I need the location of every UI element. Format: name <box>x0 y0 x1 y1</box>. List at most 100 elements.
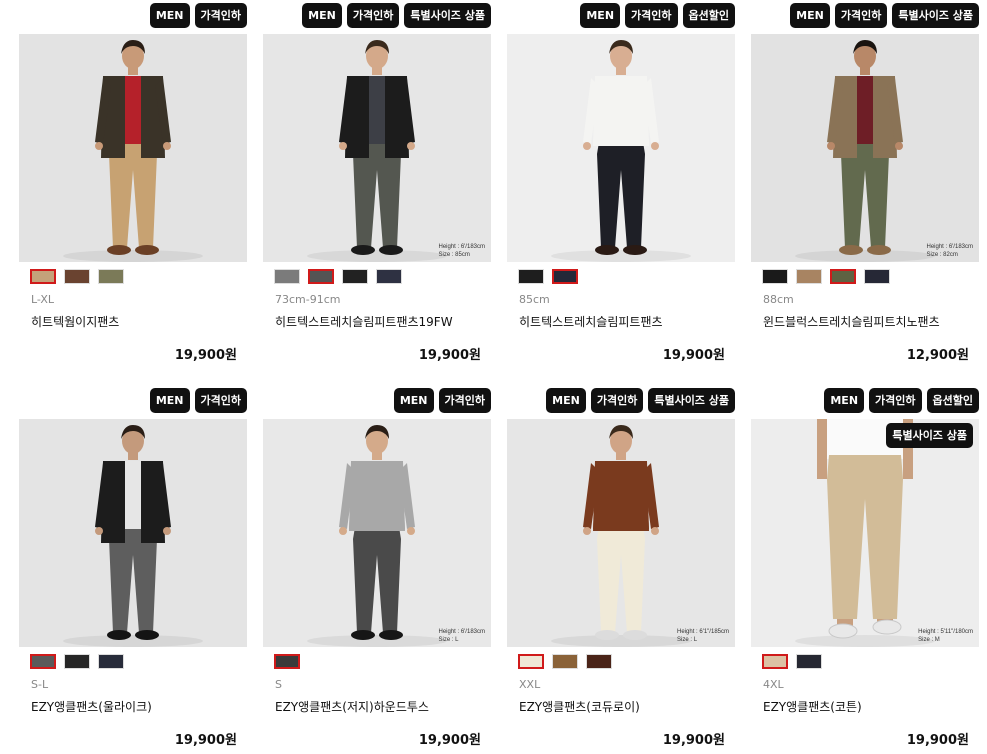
color-swatch-list <box>518 654 612 669</box>
badge-list: MEN 가격인하 <box>393 388 491 413</box>
product-image[interactable] <box>507 34 735 262</box>
product-image[interactable]: Height : 6'/183cm Size : 85cm <box>263 34 491 262</box>
color-swatch[interactable] <box>830 269 856 284</box>
product-price: 19,900원 <box>906 733 969 748</box>
product-price: 19,900원 <box>418 348 481 363</box>
product-name[interactable]: EZY앵클팬츠(저지)하운드투스 <box>275 698 429 715</box>
model-size-note: Height : 6'/183cm Size : 82cm <box>926 243 973 259</box>
color-swatch[interactable] <box>308 269 334 284</box>
color-swatch[interactable] <box>376 269 402 284</box>
product-badge[interactable]: MEN <box>790 3 830 28</box>
color-swatch[interactable] <box>98 654 124 669</box>
color-swatch[interactable] <box>30 654 56 669</box>
product-name[interactable]: EZY앵클팬츠(코듀로이) <box>519 698 640 715</box>
product-name[interactable]: 히트텍스트레치슬림피트팬츠19FW <box>275 313 453 330</box>
product-badge[interactable]: 가격인하 <box>194 388 247 413</box>
product-badge[interactable]: MEN <box>149 3 190 28</box>
badge-list: MEN 가격인하 옵션할인 <box>824 388 979 413</box>
product-card[interactable]: MEN 가격인하 옵션할인 85cm 히트텍스트레치슬림피트팬츠 19,900원 <box>507 3 735 373</box>
color-swatch[interactable] <box>274 654 300 669</box>
product-badge[interactable]: 가격인하 <box>834 3 888 28</box>
size-range: 73cm-91cm <box>275 293 341 306</box>
model-size-note: Height : 6'/183cm Size : L <box>438 628 485 644</box>
color-swatch-list <box>274 269 402 284</box>
product-badge[interactable]: 가격인하 <box>590 388 644 413</box>
product-price: 19,900원 <box>662 733 725 748</box>
product-card[interactable]: MEN 가격인하 특별사이즈 상품 Height : 6'1"/185cm Size :… <box>507 388 735 754</box>
product-name[interactable]: 윈드블럭스트레치슬림피트치노팬츠 <box>763 313 940 330</box>
model-size-line: Size : L <box>677 637 698 643</box>
product-badge[interactable]: MEN <box>580 3 621 28</box>
product-badge[interactable]: 가격인하 <box>346 3 400 28</box>
product-image[interactable]: Height : 6'/183cm Size : L <box>263 419 491 647</box>
model-size-line: Height : 5'11"/180cm <box>918 629 973 635</box>
size-range: XXL <box>519 678 541 691</box>
color-swatch[interactable] <box>796 654 822 669</box>
badge-list: MEN 가격인하 옵션할인 <box>580 3 735 28</box>
color-swatch[interactable] <box>586 654 612 669</box>
badge-list: MEN 가격인하 특별사이즈 상품 <box>790 3 979 28</box>
product-badge[interactable]: 특별사이즈 상품 <box>404 3 491 28</box>
product-name[interactable]: 히트텍웜이지팬츠 <box>31 313 119 330</box>
product-name[interactable]: EZY앵클팬츠(울라이크) <box>31 698 152 715</box>
color-swatch[interactable] <box>518 654 544 669</box>
product-image[interactable]: Height : 6'1"/185cm Size : L <box>507 419 735 647</box>
product-badge[interactable]: MEN <box>302 3 342 28</box>
product-badge[interactable]: 가격인하 <box>625 3 678 28</box>
model-size-line: Height : 6'/183cm <box>438 629 485 635</box>
product-card[interactable]: MEN 가격인하 L-XL 히트텍웜이지팬츠 19,900원 <box>19 3 247 373</box>
product-badge[interactable]: MEN <box>546 388 586 413</box>
size-range: L-XL <box>31 293 55 306</box>
product-badge[interactable]: MEN <box>149 388 190 413</box>
badge-list: MEN 가격인하 <box>149 388 247 413</box>
color-swatch-list <box>274 654 300 669</box>
product-card[interactable]: MEN 가격인하 특별사이즈 상품 Height : 6'/183cm Size : 8… <box>263 3 491 373</box>
model-size-line: Size : M <box>918 637 940 643</box>
product-name[interactable]: EZY앵클팬츠(코튼) <box>763 698 862 715</box>
badge-list: MEN 가격인하 특별사이즈 상품 <box>546 388 735 413</box>
product-badge[interactable]: 가격인하 <box>194 3 247 28</box>
color-swatch[interactable] <box>30 269 56 284</box>
color-swatch[interactable] <box>98 269 124 284</box>
product-image[interactable]: Height : 5'11"/180cm Size : M 특별사이즈 상품 <box>751 419 979 647</box>
model-size-line: Size : 85cm <box>438 252 470 258</box>
color-swatch[interactable] <box>796 269 822 284</box>
product-image[interactable] <box>19 419 247 647</box>
product-card[interactable]: MEN 가격인하 특별사이즈 상품 Height : 6'/183cm Size : 8… <box>751 3 979 373</box>
product-badge[interactable]: 가격인하 <box>869 388 922 413</box>
product-badge[interactable]: 옵션할인 <box>682 3 735 28</box>
product-badge[interactable]: 특별사이즈 상품 <box>892 3 979 28</box>
color-swatch[interactable] <box>64 269 90 284</box>
color-swatch[interactable] <box>762 269 788 284</box>
size-range: S <box>275 678 282 691</box>
product-price: 19,900원 <box>174 733 237 748</box>
product-price: 19,900원 <box>662 348 725 363</box>
product-card[interactable]: MEN 가격인하 옵션할인 Height : 5'11"/180cm Size : M 특… <box>751 388 979 754</box>
product-card[interactable]: MEN 가격인하 S-L EZY앵클팬츠(울라이크) 19,900원 <box>19 388 247 754</box>
product-name[interactable]: 히트텍스트레치슬림피트팬츠 <box>519 313 663 330</box>
model-size-line: Size : 82cm <box>926 252 958 258</box>
color-swatch-list <box>762 269 890 284</box>
product-badge[interactable]: 특별사이즈 상품 <box>648 388 735 413</box>
product-image[interactable] <box>19 34 247 262</box>
color-swatch[interactable] <box>274 269 300 284</box>
product-badge[interactable]: 옵션할인 <box>926 388 979 413</box>
color-swatch-list <box>518 269 578 284</box>
product-badge[interactable]: 가격인하 <box>438 388 491 413</box>
color-swatch[interactable] <box>552 654 578 669</box>
product-badge[interactable]: MEN <box>824 388 865 413</box>
product-card[interactable]: MEN 가격인하 Height : 6'/183cm Size : L S EZY앵클팬츠… <box>263 388 491 754</box>
color-swatch[interactable] <box>552 269 578 284</box>
product-image[interactable]: Height : 6'/183cm Size : 82cm <box>751 34 979 262</box>
product-badge[interactable]: MEN <box>393 388 434 413</box>
product-badge-overlay[interactable]: 특별사이즈 상품 <box>886 423 973 448</box>
size-range: 88cm <box>763 293 794 306</box>
color-swatch[interactable] <box>342 269 368 284</box>
color-swatch[interactable] <box>762 654 788 669</box>
color-swatch[interactable] <box>518 269 544 284</box>
color-swatch[interactable] <box>64 654 90 669</box>
model-size-line: Height : 6'1"/185cm <box>677 629 729 635</box>
model-size-line: Height : 6'/183cm <box>438 244 485 250</box>
color-swatch[interactable] <box>864 269 890 284</box>
model-size-note: Height : 5'11"/180cm Size : M <box>918 628 973 644</box>
